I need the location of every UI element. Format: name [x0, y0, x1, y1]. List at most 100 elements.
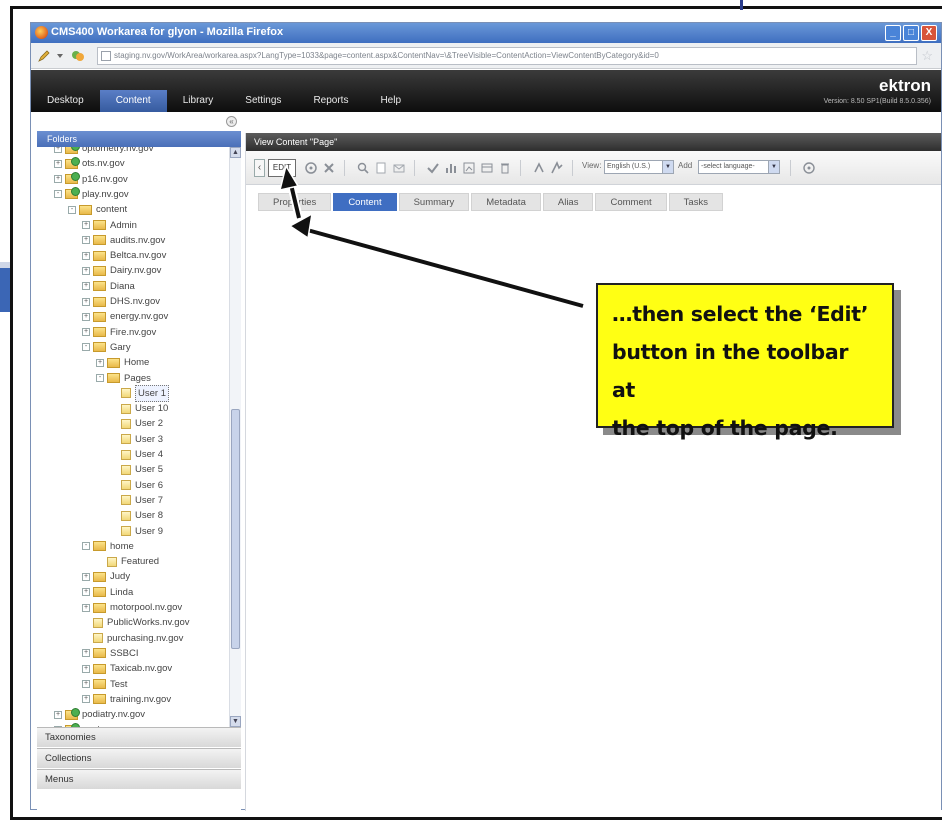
help-icon[interactable]	[802, 160, 816, 176]
view-language-select[interactable]: English (U.S.) ▼	[604, 160, 674, 174]
collapse-icon[interactable]: -	[82, 343, 90, 352]
tree-node[interactable]: User 8	[121, 508, 163, 523]
tree-node[interactable]: + optometry.nv.gov	[54, 147, 153, 156]
back-arrow-icon[interactable]: ‹	[254, 159, 265, 177]
tree-node[interactable]: User 10	[121, 401, 168, 416]
tree-node[interactable]: + Linda	[82, 585, 133, 600]
email-icon[interactable]	[392, 160, 406, 176]
minimize-button[interactable]: _	[885, 25, 901, 41]
tree-scrollbar[interactable]: ▲ ▼	[229, 147, 241, 727]
tree-node[interactable]: + Taxicab.nv.gov	[82, 661, 172, 676]
tab-library[interactable]: Library	[167, 90, 230, 112]
tree-node[interactable]: - home	[82, 539, 134, 554]
tab-content[interactable]: Content	[99, 90, 167, 112]
accordion-taxonomies[interactable]: Taxonomies	[37, 727, 241, 747]
expand-icon[interactable]: +	[82, 664, 90, 673]
tree-node[interactable]: User 5	[121, 462, 163, 477]
address-bar[interactable]: staging.nv.gov/WorkArea/workarea.aspx?La…	[97, 47, 917, 65]
approve-icon[interactable]	[304, 160, 318, 176]
tree-node[interactable]: - play.nv.gov	[54, 187, 129, 202]
expand-icon[interactable]: +	[82, 588, 90, 597]
tree-node[interactable]: User 2	[121, 416, 163, 431]
tree-node[interactable]: User 4	[121, 447, 163, 462]
collapse-icon[interactable]: -	[54, 190, 62, 199]
tree-node[interactable]: PublicWorks.nv.gov	[93, 615, 190, 630]
expand-icon[interactable]: +	[82, 312, 90, 321]
collapse-icon[interactable]: -	[96, 374, 104, 382]
tab-properties[interactable]: Properties	[258, 193, 332, 211]
tree-node[interactable]: + ots.nv.gov	[54, 156, 125, 171]
tree-node[interactable]: + Beltca.nv.gov	[82, 248, 166, 263]
tab-settings[interactable]: Settings	[229, 90, 297, 112]
tree-node[interactable]: + Fire.nv.gov	[82, 325, 156, 340]
tab-comment[interactable]: Comment	[595, 193, 667, 211]
check-icon[interactable]	[426, 160, 440, 176]
card-icon[interactable]	[480, 160, 494, 176]
tree-node[interactable]: User 7	[121, 493, 163, 508]
scroll-up-icon[interactable]: ▲	[230, 147, 241, 158]
maximize-button[interactable]: □	[903, 25, 919, 41]
tab-tasks[interactable]: Tasks	[668, 193, 723, 211]
collapse-icon[interactable]: -	[68, 205, 76, 214]
accordion-menus[interactable]: Menus	[37, 769, 241, 789]
tree-node[interactable]: + Admin	[82, 218, 137, 233]
pencil-icon[interactable]	[37, 49, 51, 63]
tree-node[interactable]: + Dairy.nv.gov	[82, 263, 161, 278]
expand-icon[interactable]: +	[54, 147, 62, 153]
expand-icon[interactable]: +	[54, 159, 62, 168]
accordion-collections[interactable]: Collections	[37, 748, 241, 768]
tree-node[interactable]: + audits.nv.gov	[82, 233, 165, 248]
workflow-icon[interactable]	[550, 160, 564, 176]
expand-icon[interactable]: +	[82, 680, 90, 688]
tree-node[interactable]: + Test	[82, 677, 127, 692]
tree-node[interactable]: + Diana	[82, 279, 135, 294]
tree-node[interactable]: + Home	[96, 355, 149, 370]
tree-node[interactable]: User 3	[121, 432, 163, 447]
tree-node[interactable]: + energy.nv.gov	[82, 309, 168, 324]
report-icon[interactable]	[462, 160, 476, 176]
scroll-down-icon[interactable]: ▼	[230, 716, 241, 727]
chevron-down-icon[interactable]: ▼	[768, 161, 779, 173]
tree-node[interactable]: + SSBCI	[82, 646, 139, 661]
expand-icon[interactable]: +	[82, 266, 90, 275]
collapse-panel-icon[interactable]: «	[226, 116, 237, 127]
tree-node[interactable]: User 9	[121, 524, 163, 539]
expand-icon[interactable]: +	[82, 297, 90, 306]
tab-summary[interactable]: Summary	[398, 193, 470, 211]
tree-node[interactable]: purchasing.nv.gov	[93, 631, 183, 646]
add-language-select[interactable]: -select language- ▼	[698, 160, 780, 174]
edit-button[interactable]: EDIT	[268, 159, 296, 177]
tab-reports[interactable]: Reports	[297, 90, 364, 112]
bookmark-star-icon[interactable]: ☆	[921, 48, 933, 64]
tab-content-view[interactable]: Content	[333, 193, 397, 211]
expand-icon[interactable]: +	[82, 572, 90, 581]
folders-header[interactable]: Folders	[37, 131, 241, 147]
tree-node[interactable]: - content	[68, 202, 127, 217]
trash-icon[interactable]	[498, 160, 512, 176]
history-icon[interactable]	[532, 160, 546, 176]
tree-node[interactable]: + DHS.nv.gov	[82, 294, 160, 309]
chart-icon[interactable]	[444, 160, 458, 176]
tab-metadata[interactable]: Metadata	[471, 193, 541, 211]
expand-icon[interactable]: +	[82, 282, 90, 291]
tree-node[interactable]: User 6	[121, 478, 163, 493]
expand-icon[interactable]: +	[96, 358, 104, 367]
expand-icon[interactable]: +	[82, 695, 90, 704]
expand-icon[interactable]: +	[54, 710, 62, 719]
tree-node[interactable]: - Gary	[82, 340, 131, 355]
chevron-down-icon[interactable]: ▼	[662, 161, 673, 173]
tree-node[interactable]: Featured	[107, 554, 159, 569]
tree-node[interactable]: + training.nv.gov	[82, 692, 171, 707]
tab-desktop[interactable]: Desktop	[31, 90, 100, 112]
expand-icon[interactable]: +	[82, 328, 90, 337]
tree-node[interactable]: + Judy	[82, 569, 130, 584]
search-icon[interactable]	[356, 160, 370, 176]
tree-node[interactable]: - Pages	[96, 371, 151, 386]
collapse-icon[interactable]: -	[82, 542, 90, 551]
tree-node-selected[interactable]: User 1	[121, 384, 169, 402]
expand-icon[interactable]: +	[82, 603, 90, 612]
tree-node[interactable]: + p16.nv.gov	[54, 172, 128, 187]
expand-icon[interactable]: +	[82, 649, 90, 658]
expand-icon[interactable]: +	[82, 221, 90, 229]
delete-icon[interactable]	[322, 160, 336, 176]
